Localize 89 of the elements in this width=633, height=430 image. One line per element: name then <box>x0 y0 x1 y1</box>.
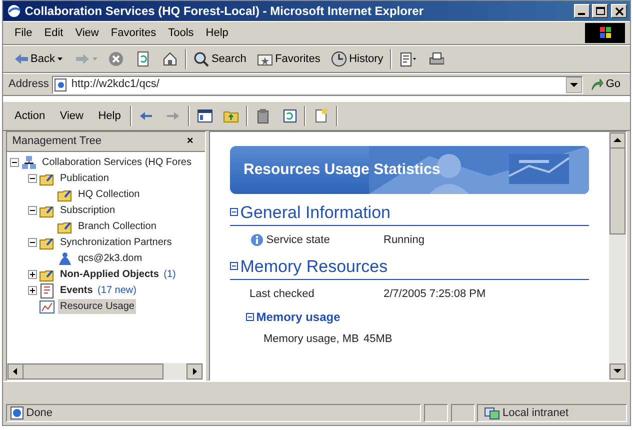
arrow-right-icon <box>74 51 90 67</box>
minimize-button[interactable] <box>574 4 590 18</box>
maximize-button[interactable] <box>592 4 608 18</box>
edit-icon <box>398 51 417 67</box>
intranet-icon <box>484 406 500 420</box>
printer-icon <box>428 51 444 67</box>
field-label: Last checked <box>250 286 314 302</box>
menu-item[interactable]: Favorites <box>104 22 162 44</box>
field-label: Service state <box>266 232 330 248</box>
expander-icon[interactable] <box>28 270 36 280</box>
back-button[interactable]: Back <box>8 48 67 70</box>
pane-icon <box>196 108 213 124</box>
tree-item[interactable]: Branch Collection <box>76 219 158 234</box>
menu-item[interactable]: Action <box>8 106 52 126</box>
menu-item[interactable]: View <box>69 22 105 44</box>
section-heading: Memory Resources <box>240 256 388 278</box>
home-icon <box>162 51 178 67</box>
close-button[interactable] <box>611 4 627 18</box>
collapse-icon[interactable] <box>230 262 238 270</box>
menu-item[interactable]: View <box>54 106 90 126</box>
expander-icon[interactable] <box>10 158 18 168</box>
status-panel <box>450 404 474 422</box>
menu-item[interactable]: Help <box>200 22 234 44</box>
close-button[interactable]: × <box>180 131 200 152</box>
event-log-icon <box>39 282 56 299</box>
browser-icon <box>10 406 24 420</box>
tree-item[interactable]: Subscription <box>58 203 118 218</box>
field-label: Memory usage, MB <box>264 332 359 347</box>
history-icon <box>331 51 348 67</box>
expander-icon[interactable] <box>28 286 36 296</box>
section-heading: General Information <box>240 202 390 224</box>
user-icon <box>57 250 74 267</box>
maximize-icon <box>594 6 606 16</box>
tree-item[interactable]: Collaboration Services (HQ Fores <box>40 155 194 170</box>
search-button[interactable]: Search <box>189 48 250 70</box>
collapse-icon[interactable] <box>230 208 238 216</box>
minimize-icon <box>578 13 585 15</box>
expander-icon[interactable] <box>28 238 36 248</box>
menu-item[interactable]: Edit <box>38 22 70 44</box>
status-panel <box>424 404 448 422</box>
windows-logo-icon <box>584 23 624 43</box>
chart-icon <box>39 298 56 315</box>
field-value: 45MB <box>364 332 392 347</box>
menu-item[interactable]: Tools <box>162 22 200 44</box>
menu-item[interactable]: File <box>8 22 38 44</box>
expander-icon[interactable] <box>28 174 36 184</box>
favorites-button[interactable]: Favorites <box>253 48 324 70</box>
tree-item[interactable]: HQ Collection <box>76 187 142 202</box>
window-title: Collaboration Services (HQ Forest-Local) - Microsoft Internet Explorer <box>24 3 424 20</box>
arrow-left-icon <box>12 51 28 67</box>
go-arrow-icon <box>590 78 604 92</box>
tree-item[interactable]: Resource Usage <box>58 299 136 314</box>
status-text: Done <box>26 406 53 421</box>
pane-title: Management Tree <box>12 134 103 150</box>
expander-icon[interactable] <box>28 206 36 216</box>
help-icon <box>313 108 330 124</box>
vertical-scrollbar[interactable] <box>609 132 626 380</box>
zone-label: Local intranet <box>502 406 569 421</box>
field-value: Running <box>384 232 424 248</box>
page-icon <box>52 78 69 92</box>
tree-item[interactable]: Synchronization Partners <box>58 235 174 250</box>
refresh-icon <box>282 108 298 124</box>
go-button[interactable]: Go <box>586 74 624 95</box>
address-label: Address <box>8 77 49 92</box>
tree-item[interactable]: qcs@2k3.dom <box>76 251 144 266</box>
item-count: (17 new) <box>98 284 136 298</box>
refresh-icon <box>135 51 152 67</box>
stop-icon <box>108 51 124 67</box>
caret-icon <box>92 57 98 61</box>
field-value: 2/7/2005 7:25:08 PM <box>384 286 486 302</box>
properties-icon <box>254 108 271 124</box>
horizontal-scrollbar[interactable] <box>6 363 203 380</box>
tree-item[interactable]: Non-Applied Objects <box>58 267 161 282</box>
address-field[interactable]: http://w2kdc1/qcs/ <box>52 76 584 94</box>
banner-title: Resources Usage Statistics <box>242 160 440 180</box>
network-icon <box>21 154 38 171</box>
tree-item[interactable]: Events <box>58 283 95 298</box>
collapse-icon[interactable] <box>246 312 254 320</box>
history-button[interactable]: History <box>327 48 388 70</box>
caret-icon <box>56 57 63 61</box>
menu-item[interactable]: Help <box>92 106 127 126</box>
close-icon <box>614 6 624 16</box>
browser-icon <box>6 3 22 19</box>
item-count: (1) <box>164 268 176 282</box>
tree-item[interactable]: Publication <box>58 171 111 186</box>
search-icon <box>193 51 210 67</box>
info-icon <box>250 232 264 247</box>
section-heading: Memory usage <box>256 308 340 326</box>
dropdown-arrow-icon[interactable] <box>566 76 582 92</box>
